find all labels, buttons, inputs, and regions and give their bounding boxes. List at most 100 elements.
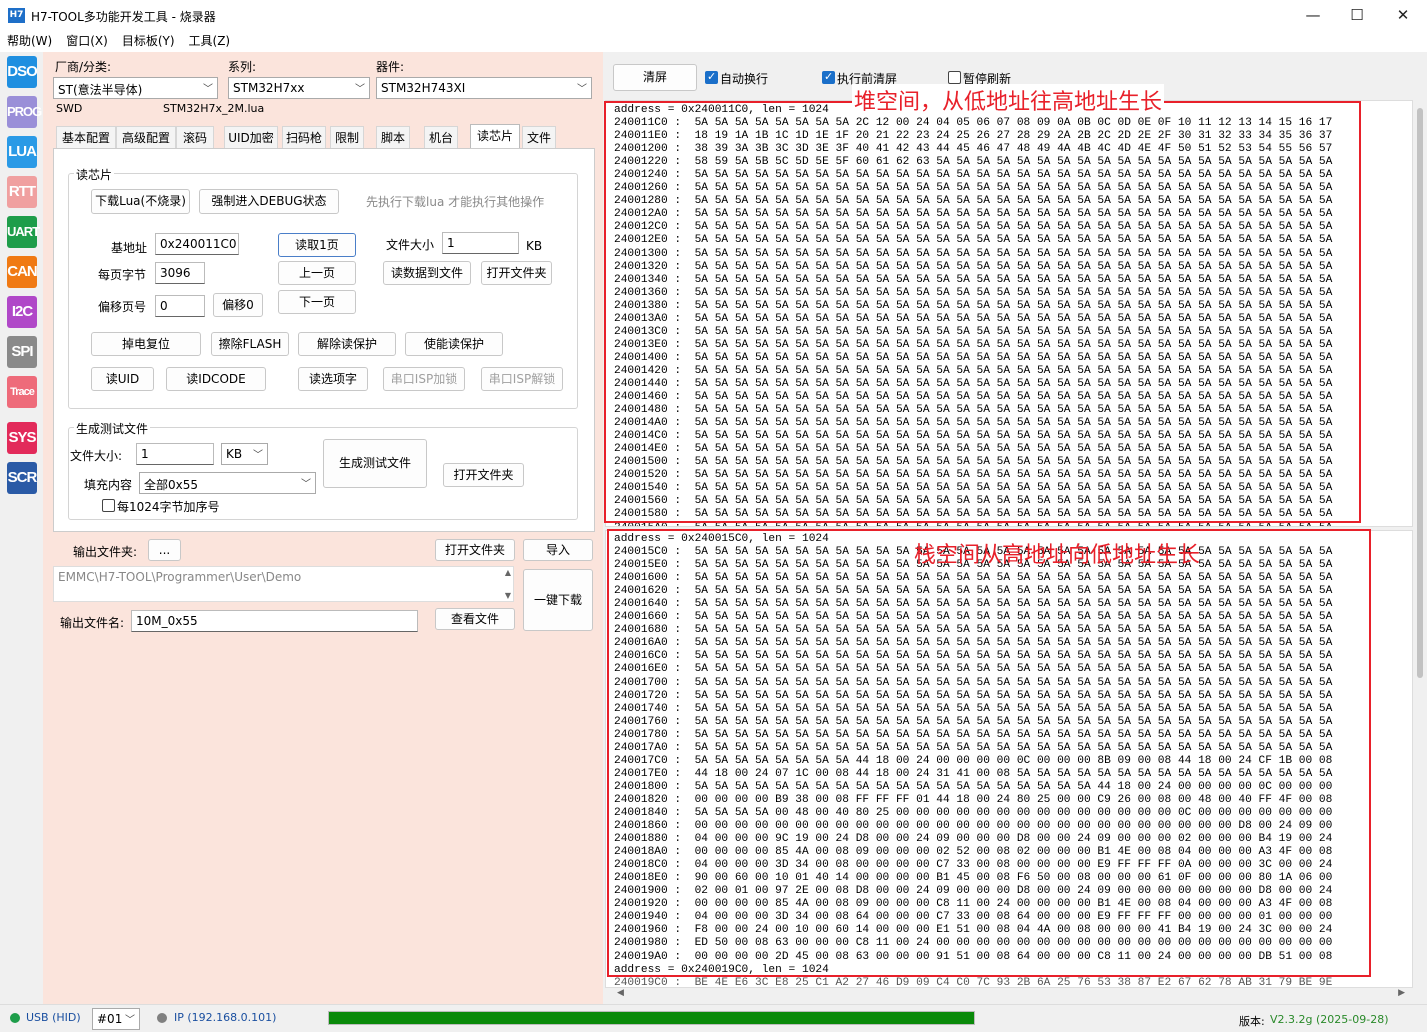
app-icon: H7 bbox=[8, 8, 25, 23]
unprotect-button[interactable]: 解除读保护 bbox=[298, 332, 396, 356]
pause-refresh-checkbox[interactable] bbox=[948, 71, 961, 84]
tab-advanced[interactable]: 高级配置 bbox=[116, 126, 176, 148]
scroll-left-icon[interactable]: ◀ bbox=[617, 988, 624, 998]
open-folder-button[interactable]: 打开文件夹 bbox=[481, 261, 552, 285]
scroll-right-icon[interactable]: ▶ bbox=[1398, 988, 1405, 998]
scroll-down-icon[interactable]: ▼ bbox=[505, 591, 511, 600]
tab-scanner[interactable]: 扫码枪 bbox=[282, 126, 326, 148]
menu-tools[interactable]: 工具(Z) bbox=[182, 32, 238, 50]
menu-help[interactable]: 帮助(W) bbox=[0, 32, 59, 50]
chevron-down-icon: ﹀ bbox=[355, 84, 365, 95]
window-title: H7-TOOL多功能开发工具 - 烧录器 bbox=[31, 10, 216, 24]
download-lua-button[interactable]: 下载Lua(不烧录) bbox=[91, 189, 190, 214]
module-can-button[interactable]: CAN bbox=[7, 256, 38, 288]
page-offset-input[interactable]: 0 bbox=[155, 295, 205, 317]
part-select[interactable]: STM32H743XI ﹀ bbox=[376, 77, 592, 99]
file-size-input[interactable]: 1 bbox=[442, 232, 519, 254]
fill-select[interactable]: 全部0x55 ﹀ bbox=[139, 472, 316, 494]
config-tabs: 基本配置 高级配置 滚码 UID加密 扫码枪 限制 脚本 机台 读芯片 文件 bbox=[53, 124, 595, 148]
read-option-bytes-button[interactable]: 读选项字 bbox=[298, 367, 368, 391]
module-prog-button[interactable]: PROG bbox=[7, 96, 42, 128]
auto-wrap-checkbox[interactable] bbox=[705, 70, 718, 84]
offset-zero-button[interactable]: 偏移0 bbox=[213, 293, 263, 317]
force-debug-button[interactable]: 强制进入DEBUG状态 bbox=[199, 189, 339, 214]
next-page-button[interactable]: 下一页 bbox=[278, 290, 356, 314]
version-label: 版本: bbox=[1239, 1015, 1265, 1028]
chevron-down-icon: ﹀ bbox=[125, 1015, 135, 1026]
menu-bar: 帮助(W) 窗口(X) 目标板(Y) 工具(Z) bbox=[0, 32, 1427, 52]
tab-file[interactable]: 文件 bbox=[522, 126, 556, 148]
series-select[interactable]: STM32H7xx ﹀ bbox=[228, 77, 370, 99]
tab-script[interactable]: 脚本 bbox=[376, 126, 410, 148]
read-page-button[interactable]: 读取1页 bbox=[278, 233, 356, 257]
vendor-select[interactable]: ST(意法半导体) ﹀ bbox=[53, 77, 218, 99]
module-lua-button[interactable]: LUA bbox=[7, 136, 37, 168]
read-chip-group-title: 读芯片 bbox=[74, 166, 115, 183]
chevron-down-icon: ﹀ bbox=[577, 84, 587, 95]
module-rtt-button[interactable]: RTT bbox=[7, 176, 37, 208]
view-file-button[interactable]: 查看文件 bbox=[435, 608, 515, 630]
part-label: 器件: bbox=[376, 60, 405, 74]
close-icon[interactable]: ✕ bbox=[1380, 0, 1426, 32]
module-scr-button[interactable]: SCR bbox=[7, 462, 37, 494]
module-dso-button[interactable]: DSO bbox=[7, 56, 38, 88]
hex-hscrollbar[interactable]: ◀ ▶ bbox=[605, 988, 1413, 1002]
chevron-down-icon: ﹀ bbox=[301, 479, 311, 490]
read-to-file-button[interactable]: 读数据到文件 bbox=[383, 261, 471, 285]
output-path-field[interactable]: EMMC\H7-TOOL\Programmer\User\Demo ▲ ▼ bbox=[53, 566, 514, 602]
isp-lock-button[interactable]: 串口ISP加锁 bbox=[383, 367, 465, 391]
generate-test-file-button[interactable]: 生成测试文件 bbox=[323, 439, 427, 488]
vendor-label: 厂商/分类: bbox=[55, 60, 112, 74]
protect-button[interactable]: 使能读保护 bbox=[405, 332, 503, 356]
module-spi-button[interactable]: SPI bbox=[7, 336, 37, 368]
base-addr-input[interactable]: 0x240011C0 bbox=[155, 233, 239, 255]
isp-unlock-button[interactable]: 串口ISP解锁 bbox=[481, 367, 563, 391]
test-open-folder-button[interactable]: 打开文件夹 bbox=[443, 463, 524, 487]
power-reset-button[interactable]: 掉电复位 bbox=[91, 332, 201, 356]
ip-status-icon bbox=[157, 1013, 167, 1023]
clear-before-checkbox[interactable] bbox=[822, 70, 835, 84]
title-bar: H7 H7-TOOL多功能开发工具 - 烧录器 — ☐ ✕ bbox=[0, 0, 1427, 32]
clear-screen-button[interactable]: 清屏 bbox=[613, 64, 697, 91]
file-size-label: 文件大小 bbox=[386, 238, 435, 252]
one-key-download-button[interactable]: 一键下载 bbox=[523, 569, 593, 631]
tab-limit[interactable]: 限制 bbox=[330, 126, 364, 148]
prev-page-button[interactable]: 上一页 bbox=[278, 261, 356, 285]
module-i2c-button[interactable]: I2C bbox=[7, 296, 37, 328]
test-size-label: 文件大小: bbox=[70, 449, 123, 463]
test-size-input[interactable]: 1 bbox=[136, 443, 214, 465]
output-name-input[interactable]: 10M_0x55 bbox=[131, 610, 418, 632]
menu-window[interactable]: 窗口(X) bbox=[59, 32, 115, 50]
file-size-unit: KB bbox=[526, 239, 543, 253]
maximize-icon[interactable]: ☐ bbox=[1334, 0, 1380, 32]
tab-basic[interactable]: 基本配置 bbox=[56, 126, 116, 148]
device-select[interactable]: #01 ﹀ bbox=[92, 1008, 140, 1030]
page-bytes-input[interactable]: 3096 bbox=[155, 262, 205, 284]
chevron-down-icon: ﹀ bbox=[203, 84, 213, 95]
usb-status-icon bbox=[10, 1013, 20, 1023]
heap-annotation: 堆空间，从低地址往高地址生长 bbox=[852, 84, 1165, 116]
stack-annotation: 栈空间从高地址向低地址生长 bbox=[914, 543, 1201, 568]
tab-station[interactable]: 机台 bbox=[424, 126, 458, 148]
minimize-icon[interactable]: — bbox=[1290, 0, 1336, 32]
hex-scrollbar[interactable] bbox=[1413, 100, 1427, 988]
scroll-up-icon[interactable]: ▲ bbox=[505, 568, 511, 577]
read-uid-button[interactable]: 读UID bbox=[91, 367, 154, 391]
module-uart-button[interactable]: UART bbox=[7, 216, 40, 248]
scroll-thumb[interactable] bbox=[1417, 108, 1423, 678]
import-button[interactable]: 导入 bbox=[523, 539, 593, 561]
read-idcode-button[interactable]: 读IDCODE bbox=[166, 367, 266, 391]
output-open-folder-button[interactable]: 打开文件夹 bbox=[435, 539, 515, 561]
erase-flash-button[interactable]: 擦除FLASH bbox=[211, 332, 289, 356]
test-unit-select[interactable]: KB ﹀ bbox=[221, 443, 268, 465]
tab-read-chip[interactable]: 读芯片 bbox=[470, 124, 520, 148]
module-trace-button[interactable]: Trace bbox=[7, 376, 37, 408]
browse-button[interactable]: ... bbox=[148, 539, 181, 561]
menu-target[interactable]: 目标板(Y) bbox=[115, 32, 182, 50]
fill-label: 填充内容 bbox=[84, 478, 133, 492]
seq-checkbox[interactable] bbox=[102, 499, 115, 512]
base-addr-label: 基地址 bbox=[111, 241, 148, 255]
tab-uid-encrypt[interactable]: UID加密 bbox=[224, 126, 278, 148]
tab-rolling-code[interactable]: 滚码 bbox=[176, 126, 214, 148]
module-sys-button[interactable]: SYS bbox=[7, 422, 37, 454]
